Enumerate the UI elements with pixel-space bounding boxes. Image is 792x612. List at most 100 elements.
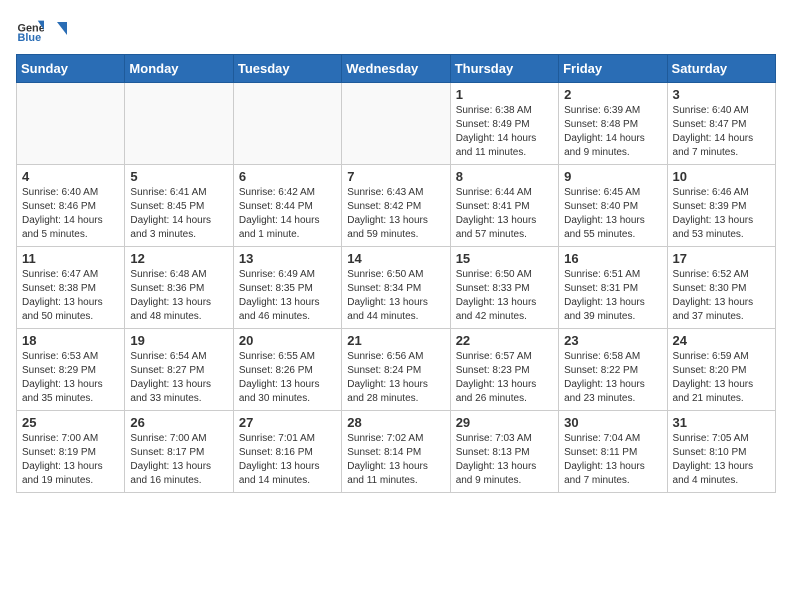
day-number: 15 <box>456 251 553 266</box>
day-number: 11 <box>22 251 119 266</box>
week-row-1: 1 Sunrise: 6:38 AM Sunset: 8:49 PM Daylig… <box>17 83 776 165</box>
calendar-cell: 4Sunrise: 6:40 AM Sunset: 8:46 PM Daylig… <box>17 165 125 247</box>
logo-icon: General Blue <box>16 16 44 44</box>
day-number: 10 <box>673 169 770 184</box>
day-number: 31 <box>673 415 770 430</box>
day-info: Sunrise: 6:58 AM Sunset: 8:22 PM Dayligh… <box>564 350 661 406</box>
calendar-cell: 10Sunrise: 6:46 AM Sunset: 8:39 PM Dayli… <box>667 165 775 247</box>
calendar-cell: 7Sunrise: 6:43 AM Sunset: 8:42 PM Daylig… <box>342 165 450 247</box>
calendar-cell: 22 Sunrise: 6:57 AM Sunset: 8:23 PM Dayli… <box>450 329 558 411</box>
day-number: 29 <box>456 415 553 430</box>
day-info: Sunrise: 6:56 AM Sunset: 8:24 PM Dayligh… <box>347 350 444 406</box>
day-number: 26 <box>130 415 227 430</box>
day-info: Sunrise: 6:50 AM Sunset: 8:33 PM Dayligh… <box>456 268 553 324</box>
calendar-cell: 21Sunrise: 6:56 AM Sunset: 8:24 PM Dayli… <box>342 329 450 411</box>
logo: General Blue <box>16 16 68 44</box>
week-row-5: 25 Sunrise: 7:00 AM Sunset: 8:19 PM Dayli… <box>17 411 776 493</box>
calendar-cell: 20Sunrise: 6:55 AM Sunset: 8:26 PM Dayli… <box>233 329 341 411</box>
calendar-cell: 18 Sunrise: 6:53 AM Sunset: 8:29 PM Dayli… <box>17 329 125 411</box>
day-number: 16 <box>564 251 661 266</box>
day-number: 3 <box>673 87 770 102</box>
calendar-cell: 26 Sunrise: 7:00 AM Sunset: 8:17 PM Dayli… <box>125 411 233 493</box>
day-info: Sunrise: 6:53 AM Sunset: 8:29 PM Dayligh… <box>22 350 119 406</box>
calendar-cell: 23 Sunrise: 6:58 AM Sunset: 8:22 PM Dayli… <box>559 329 667 411</box>
day-number: 17 <box>673 251 770 266</box>
calendar-cell: 6 Sunrise: 6:42 AM Sunset: 8:44 PM Daylig… <box>233 165 341 247</box>
calendar-cell: 13Sunrise: 6:49 AM Sunset: 8:35 PM Dayli… <box>233 247 341 329</box>
calendar-cell: 30 Sunrise: 7:04 AM Sunset: 8:11 PM Dayli… <box>559 411 667 493</box>
day-info: Sunrise: 6:40 AM Sunset: 8:47 PM Dayligh… <box>673 104 770 160</box>
calendar-cell: 9 Sunrise: 6:45 AM Sunset: 8:40 PM Daylig… <box>559 165 667 247</box>
calendar-cell: 1 Sunrise: 6:38 AM Sunset: 8:49 PM Daylig… <box>450 83 558 165</box>
day-info: Sunrise: 7:02 AM Sunset: 8:14 PM Dayligh… <box>347 432 444 488</box>
day-number: 18 <box>22 333 119 348</box>
day-number: 14 <box>347 251 444 266</box>
calendar-cell: 27 Sunrise: 7:01 AM Sunset: 8:16 PM Dayli… <box>233 411 341 493</box>
day-info: Sunrise: 7:05 AM Sunset: 8:10 PM Dayligh… <box>673 432 770 488</box>
calendar-cell <box>17 83 125 165</box>
calendar-table: SundayMondayTuesdayWednesdayThursdayFrid… <box>16 54 776 493</box>
day-number: 1 <box>456 87 553 102</box>
calendar-cell: 11Sunrise: 6:47 AM Sunset: 8:38 PM Dayli… <box>17 247 125 329</box>
header-tuesday: Tuesday <box>233 55 341 83</box>
calendar-cell: 31 Sunrise: 7:05 AM Sunset: 8:10 PM Dayli… <box>667 411 775 493</box>
calendar-cell: 5 Sunrise: 6:41 AM Sunset: 8:45 PM Daylig… <box>125 165 233 247</box>
day-number: 9 <box>564 169 661 184</box>
calendar-cell: 2 Sunrise: 6:39 AM Sunset: 8:48 PM Daylig… <box>559 83 667 165</box>
day-number: 25 <box>22 415 119 430</box>
header-wednesday: Wednesday <box>342 55 450 83</box>
calendar-cell: 8Sunrise: 6:44 AM Sunset: 8:41 PM Daylig… <box>450 165 558 247</box>
day-number: 13 <box>239 251 336 266</box>
day-number: 6 <box>239 169 336 184</box>
calendar-cell <box>125 83 233 165</box>
calendar-cell <box>342 83 450 165</box>
day-number: 28 <box>347 415 444 430</box>
day-number: 5 <box>130 169 227 184</box>
day-number: 24 <box>673 333 770 348</box>
day-info: Sunrise: 6:40 AM Sunset: 8:46 PM Dayligh… <box>22 186 119 242</box>
day-info: Sunrise: 7:00 AM Sunset: 8:19 PM Dayligh… <box>22 432 119 488</box>
header-saturday: Saturday <box>667 55 775 83</box>
logo-arrow-icon <box>49 21 67 39</box>
day-info: Sunrise: 6:52 AM Sunset: 8:30 PM Dayligh… <box>673 268 770 324</box>
day-info: Sunrise: 7:01 AM Sunset: 8:16 PM Dayligh… <box>239 432 336 488</box>
calendar-cell: 17 Sunrise: 6:52 AM Sunset: 8:30 PM Dayli… <box>667 247 775 329</box>
calendar-cell: 14 Sunrise: 6:50 AM Sunset: 8:34 PM Dayli… <box>342 247 450 329</box>
day-info: Sunrise: 6:38 AM Sunset: 8:49 PM Dayligh… <box>456 104 553 160</box>
day-info: Sunrise: 6:39 AM Sunset: 8:48 PM Dayligh… <box>564 104 661 160</box>
day-info: Sunrise: 6:48 AM Sunset: 8:36 PM Dayligh… <box>130 268 227 324</box>
day-info: Sunrise: 6:51 AM Sunset: 8:31 PM Dayligh… <box>564 268 661 324</box>
day-info: Sunrise: 7:04 AM Sunset: 8:11 PM Dayligh… <box>564 432 661 488</box>
day-info: Sunrise: 6:57 AM Sunset: 8:23 PM Dayligh… <box>456 350 553 406</box>
day-number: 27 <box>239 415 336 430</box>
calendar-cell: 28 Sunrise: 7:02 AM Sunset: 8:14 PM Dayli… <box>342 411 450 493</box>
day-info: Sunrise: 6:54 AM Sunset: 8:27 PM Dayligh… <box>130 350 227 406</box>
day-number: 7 <box>347 169 444 184</box>
calendar-cell <box>233 83 341 165</box>
day-number: 19 <box>130 333 227 348</box>
day-info: Sunrise: 6:41 AM Sunset: 8:45 PM Dayligh… <box>130 186 227 242</box>
day-number: 2 <box>564 87 661 102</box>
calendar-cell: 19 Sunrise: 6:54 AM Sunset: 8:27 PM Dayli… <box>125 329 233 411</box>
calendar-cell: 24Sunrise: 6:59 AM Sunset: 8:20 PM Dayli… <box>667 329 775 411</box>
calendar-cell: 3 Sunrise: 6:40 AM Sunset: 8:47 PM Daylig… <box>667 83 775 165</box>
day-info: Sunrise: 7:00 AM Sunset: 8:17 PM Dayligh… <box>130 432 227 488</box>
day-number: 23 <box>564 333 661 348</box>
day-info: Sunrise: 6:45 AM Sunset: 8:40 PM Dayligh… <box>564 186 661 242</box>
calendar-cell: 12 Sunrise: 6:48 AM Sunset: 8:36 PM Dayli… <box>125 247 233 329</box>
header: General Blue <box>16 16 776 44</box>
day-info: Sunrise: 7:03 AM Sunset: 8:13 PM Dayligh… <box>456 432 553 488</box>
day-number: 12 <box>130 251 227 266</box>
header-monday: Monday <box>125 55 233 83</box>
day-number: 22 <box>456 333 553 348</box>
day-number: 8 <box>456 169 553 184</box>
day-number: 30 <box>564 415 661 430</box>
header-sunday: Sunday <box>17 55 125 83</box>
calendar-cell: 15 Sunrise: 6:50 AM Sunset: 8:33 PM Dayli… <box>450 247 558 329</box>
days-header-row: SundayMondayTuesdayWednesdayThursdayFrid… <box>17 55 776 83</box>
day-info: Sunrise: 6:42 AM Sunset: 8:44 PM Dayligh… <box>239 186 336 242</box>
calendar-cell: 16 Sunrise: 6:51 AM Sunset: 8:31 PM Dayli… <box>559 247 667 329</box>
calendar-cell: 25 Sunrise: 7:00 AM Sunset: 8:19 PM Dayli… <box>17 411 125 493</box>
header-friday: Friday <box>559 55 667 83</box>
day-info: Sunrise: 6:50 AM Sunset: 8:34 PM Dayligh… <box>347 268 444 324</box>
